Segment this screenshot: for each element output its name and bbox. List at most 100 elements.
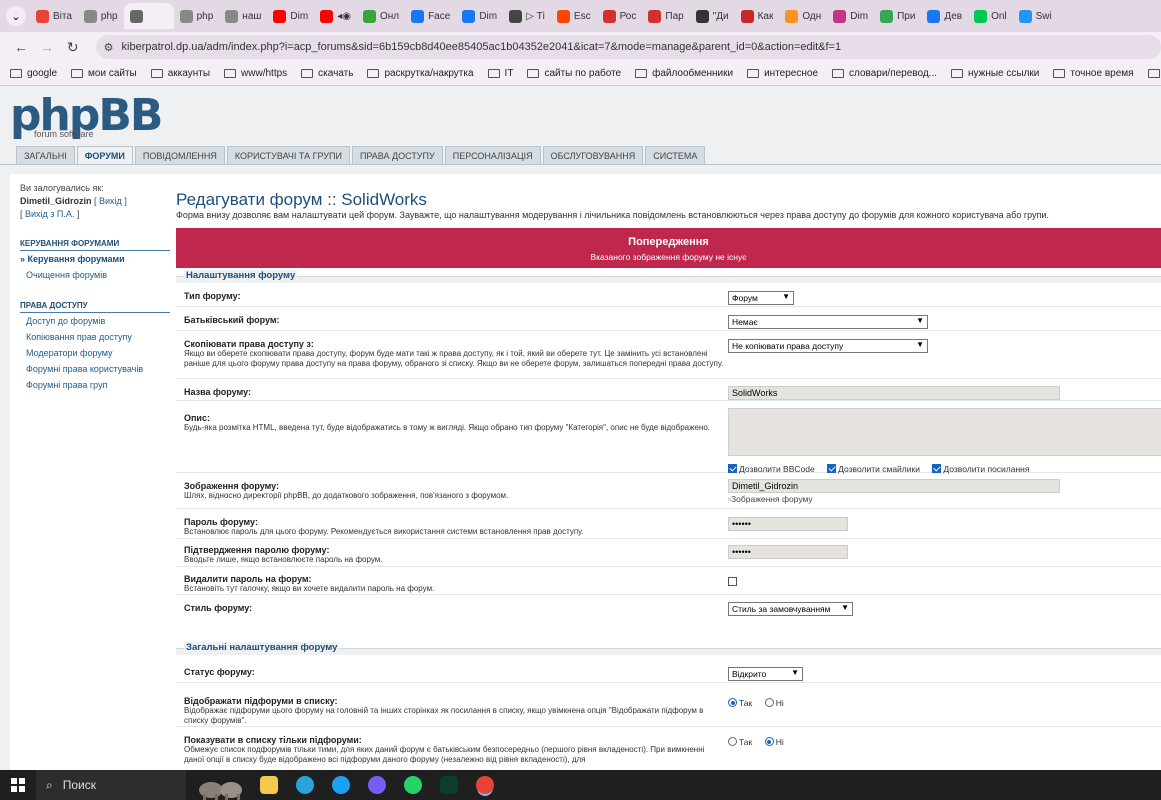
admin-tab[interactable]: ПОВІДОМЛЕННЯ: [134, 146, 225, 164]
whatsapp-icon[interactable]: [404, 776, 422, 794]
logout-link[interactable]: Вихід: [99, 196, 122, 206]
bookmark-folder[interactable]: мои сайты: [71, 68, 137, 79]
admin-tab[interactable]: ЗАГАЛЬНІ: [16, 146, 75, 164]
parent-forum-select[interactable]: Немає ▼: [728, 315, 928, 329]
browser-tab[interactable]: Пар: [642, 3, 689, 29]
bookmark-folder[interactable]: www/https: [224, 68, 287, 79]
browser-tab[interactable]: Віта: [30, 3, 78, 29]
subforums-yes-radio[interactable]: [728, 698, 737, 708]
delete-password-checkbox[interactable]: [728, 577, 737, 587]
app-icon[interactable]: [440, 776, 458, 794]
description-textarea[interactable]: [728, 408, 1161, 456]
browser-tab[interactable]: Esc: [551, 3, 597, 29]
bookmark-folder[interactable]: интересное: [747, 68, 818, 79]
browser-tab[interactable]: [123, 3, 174, 29]
tab-title: Dim: [290, 10, 309, 22]
forum-image-input[interactable]: Dimetil_Gidrozin: [728, 479, 1060, 493]
browser-tab[interactable]: наш: [219, 3, 267, 29]
site-settings-icon[interactable]: ⚙: [104, 41, 114, 54]
start-button[interactable]: [0, 770, 36, 800]
forum-style-select[interactable]: Стиль за замовчуванням ▼: [728, 602, 853, 616]
bookmark-folder[interactable]: раскрутка/накрутка: [367, 68, 474, 79]
admin-tab[interactable]: КОРИСТУВАЧІ ТА ГРУПИ: [226, 146, 350, 164]
sidebar-menu-item[interactable]: Модератори форуму: [20, 345, 170, 361]
bookmark-folder[interactable]: демотиваторы: [1147, 68, 1161, 79]
copy-permissions-label: Скопіювати права доступу з:: [184, 339, 314, 349]
admin-tab[interactable]: СИСТЕМА: [645, 146, 706, 164]
address-bar[interactable]: ⚙ kiberpatrol.dp.ua/adm/index.php?i=acp_…: [95, 35, 1161, 59]
sidebar-menu-item[interactable]: Доступ до форумів: [20, 313, 170, 329]
browser-tab[interactable]: Рос: [597, 3, 643, 29]
browser-tab[interactable]: Dim: [827, 3, 874, 29]
browser-tab[interactable]: Dim: [267, 3, 314, 29]
browser-tab[interactable]: Dim: [456, 3, 503, 29]
youtube-icon: [273, 9, 287, 23]
bookmark-folder[interactable]: точное время: [1053, 68, 1134, 79]
bookmark-folder[interactable]: google: [10, 68, 57, 79]
allow-links-checkbox[interactable]: [932, 464, 942, 474]
forum-name-input[interactable]: SolidWorks: [728, 386, 1060, 400]
bookmark-folder[interactable]: сайты по работе: [527, 68, 621, 79]
phpbb-logo[interactable]: phpBB forum software: [10, 94, 163, 140]
bookmark-folder[interactable]: словари/перевод...: [832, 68, 937, 79]
forum-password-row: Пароль форуму: Встановлює пароль для цьог…: [176, 509, 1161, 539]
folder-icon: [224, 69, 237, 78]
elephants-widget-icon[interactable]: [192, 770, 247, 800]
bookmark-folder[interactable]: IT: [487, 68, 513, 79]
chrome-icon[interactable]: [476, 776, 494, 794]
skype-icon[interactable]: [332, 776, 350, 794]
browser-tab[interactable]: ▷ Ті: [503, 3, 551, 29]
reload-button[interactable]: ↻: [60, 34, 86, 60]
browser-tab[interactable]: Дев: [921, 3, 968, 29]
tab-title: Dim: [479, 10, 498, 22]
only-subforums-yes-radio[interactable]: [728, 737, 737, 747]
admin-tab[interactable]: ПРАВА ДОСТУПУ: [351, 146, 443, 164]
browser-tab[interactable]: Одн: [779, 3, 827, 29]
forward-button[interactable]: →: [34, 34, 60, 60]
password-input[interactable]: ••••••: [728, 517, 848, 531]
exit-acp-link[interactable]: Вихід з П.А.: [25, 209, 74, 219]
bookmark-folder[interactable]: скачать: [301, 68, 353, 79]
tab-search-button[interactable]: ⌄: [6, 6, 26, 26]
viber-icon[interactable]: [368, 776, 386, 794]
browser-tab[interactable]: "Ди: [690, 3, 735, 29]
only-subforums-no-radio[interactable]: [764, 737, 774, 747]
circle-icon: [602, 9, 616, 23]
browser-tab[interactable]: Swi: [1013, 3, 1058, 29]
browser-tab[interactable]: php: [78, 3, 124, 29]
browser-tab[interactable]: Face: [405, 3, 456, 29]
tab-title: Дев: [944, 10, 963, 22]
browser-tab[interactable]: php: [174, 3, 220, 29]
copy-permissions-select[interactable]: Не копіювати права доступу ▼: [728, 339, 928, 353]
browser-tab[interactable]: Onl: [968, 3, 1013, 29]
subforums-no-radio[interactable]: [764, 698, 774, 708]
sidebar-menu-item[interactable]: Форумні права користувачів: [20, 361, 170, 377]
allow-smilies-checkbox[interactable]: [827, 464, 837, 474]
telegram-icon[interactable]: [296, 776, 314, 794]
sidebar-menu-item[interactable]: Форумні права груп: [20, 377, 170, 393]
browser-tab[interactable]: При: [874, 3, 921, 29]
bookmark-folder[interactable]: нужные ссылки: [951, 68, 1039, 79]
tree-icon: [362, 9, 376, 23]
forum-status-select[interactable]: Відкрито ▼: [728, 667, 803, 681]
back-button[interactable]: ←: [8, 34, 34, 60]
admin-tab[interactable]: ОБСЛУГОВУВАННЯ: [542, 146, 644, 164]
browser-tab[interactable]: ◂◉: [314, 3, 357, 29]
admin-tab[interactable]: ПЕРСОНАЛІЗАЦІЯ: [444, 146, 541, 164]
file-explorer-icon[interactable]: [260, 776, 278, 794]
play-icon: [880, 9, 894, 23]
sidebar-menu-item[interactable]: » Керування форумами: [20, 251, 170, 267]
browser-tab[interactable]: Онл: [357, 3, 405, 29]
allow-bbcode-checkbox[interactable]: [728, 464, 737, 474]
password-confirm-input[interactable]: ••••••: [728, 545, 848, 559]
admin-tab[interactable]: ФОРУМИ: [76, 146, 133, 165]
browser-tab[interactable]: Как: [735, 3, 780, 29]
forum-type-select[interactable]: Форум ▼: [728, 291, 794, 305]
sidebar-menu-item[interactable]: Очищення форумів: [20, 267, 170, 283]
bookmark-folder[interactable]: файлообменники: [635, 68, 733, 79]
taskbar-search[interactable]: ⌕ Поиск: [36, 770, 186, 800]
page-title: Редагувати форум :: SolidWorks: [176, 190, 427, 209]
sidebar-menu-item[interactable]: Копіювання прав доступу: [20, 329, 170, 345]
bookmark-folder[interactable]: аккаунты: [150, 68, 210, 79]
forum-image-alt: Зображення форуму: [731, 494, 813, 504]
